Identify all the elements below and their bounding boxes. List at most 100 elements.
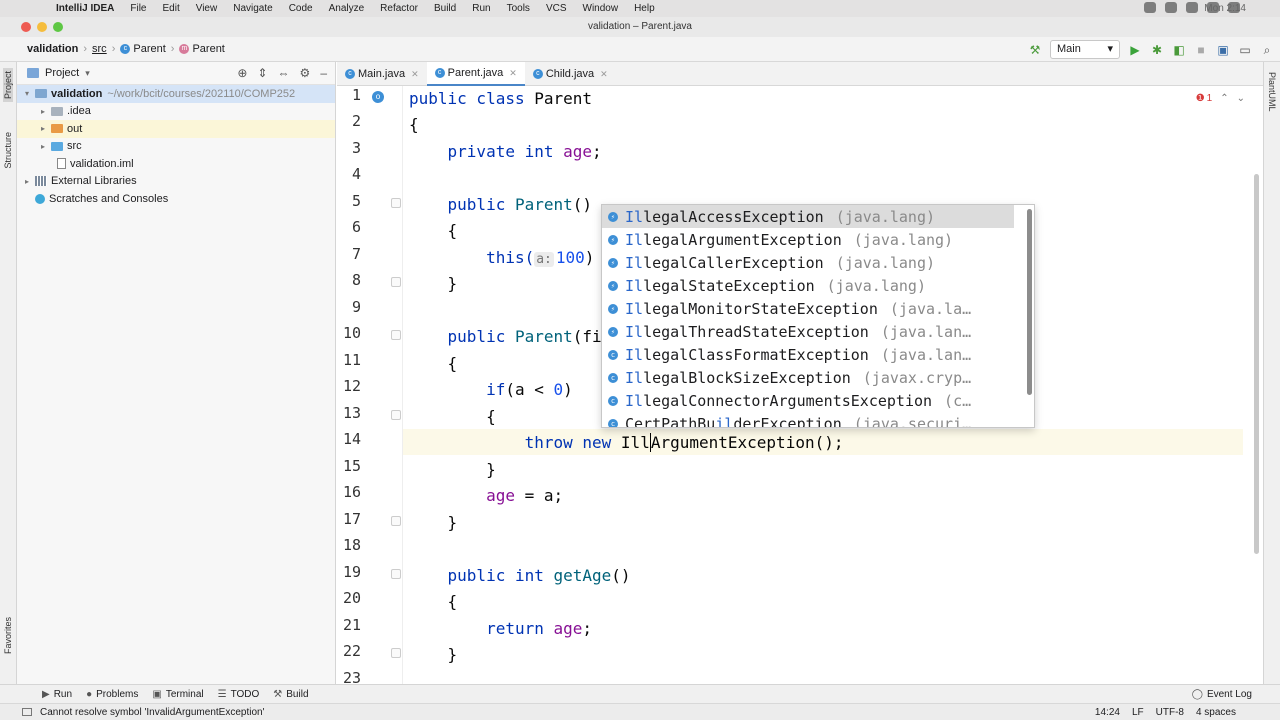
tab-parent-java[interactable]: c Parent.java ✕ [426, 62, 525, 86]
record-icon[interactable] [1144, 2, 1156, 13]
caret-position[interactable]: 14:24 [1095, 707, 1120, 718]
expand-all-icon[interactable]: ⇕ [257, 66, 267, 80]
fold-icon[interactable] [391, 198, 401, 208]
fold-icon[interactable] [391, 569, 401, 579]
completion-item[interactable]: c Il legalConnectorArgumentsException (c… [602, 389, 1014, 412]
project-tool-button[interactable]: Project [3, 68, 13, 103]
close-window-icon[interactable] [21, 22, 31, 32]
event-log-button[interactable]: ◯ Event Log [1192, 689, 1252, 700]
inspection-widget[interactable]: ❶ 1 ⌃ ⌄ [1196, 93, 1245, 104]
zoom-window-icon[interactable] [53, 22, 63, 32]
completion-item[interactable]: ⚡ Il legalStateException (java.lang) [602, 274, 1014, 297]
chevron-right-icon[interactable]: ▸ [37, 142, 49, 151]
fold-icon[interactable] [391, 277, 401, 287]
tree-item-out[interactable]: ▸ out [17, 120, 335, 138]
menu-view[interactable]: View [196, 3, 218, 14]
menu-app-name[interactable]: IntelliJ IDEA [56, 3, 114, 14]
battery-icon[interactable] [1186, 2, 1198, 13]
run-icon[interactable]: ▶ [1128, 43, 1142, 57]
menu-window[interactable]: Window [583, 3, 619, 14]
status-message[interactable]: Cannot resolve symbol 'InvalidArgumentEx… [40, 707, 265, 718]
overridden-method-gutter-icon[interactable]: o [372, 91, 384, 103]
tree-item-external-libraries[interactable]: ▸ External Libraries [17, 173, 335, 191]
menu-run[interactable]: Run [472, 3, 490, 14]
project-panel-title[interactable]: Project [45, 67, 79, 79]
breadcrumb-class[interactable]: Parent [133, 43, 165, 55]
completion-item[interactable]: ⚡ Il legalArgumentException (java.lang) [602, 228, 1014, 251]
menu-file[interactable]: File [130, 3, 146, 14]
fold-icon[interactable] [391, 648, 401, 658]
hammer-icon[interactable]: ⚒ [1028, 43, 1042, 57]
menu-help[interactable]: Help [634, 3, 655, 14]
stop-icon[interactable]: ■ [1194, 43, 1208, 57]
breadcrumb-member[interactable]: Parent [192, 43, 224, 55]
coverage-icon[interactable]: ◧ [1172, 43, 1186, 57]
breadcrumb-project[interactable]: validation [27, 43, 78, 55]
tree-item-src[interactable]: ▸ src [17, 138, 335, 156]
menu-build[interactable]: Build [434, 3, 456, 14]
hide-icon[interactable]: – [320, 66, 327, 80]
collapse-all-icon[interactable]: ⇔ [278, 66, 290, 80]
menu-navigate[interactable]: Navigate [233, 3, 272, 14]
completion-item[interactable]: c CertPathBu il derException (java.securi… [602, 412, 1014, 427]
chevron-down-icon[interactable]: ▾ [21, 89, 33, 98]
fold-icon[interactable] [391, 516, 401, 526]
class-icon: c [345, 69, 355, 79]
tree-item-validation[interactable]: ▾ validation ~/work/bcit/courses/202110/… [17, 85, 335, 103]
fold-icon[interactable] [391, 330, 401, 340]
clock[interactable]: Mon 2:14 [1204, 3, 1246, 14]
toggle-tool-windows-icon[interactable] [22, 708, 32, 716]
problems-tool-button[interactable]: ● Problems [86, 689, 138, 700]
completion-item[interactable]: c Il legalClassFormatException (java.lan… [602, 343, 1014, 366]
line-number-gutter[interactable]: 1 2 3 4 5 6 7 8 9 10 11 12 13 14 15 16 1… [337, 86, 403, 687]
close-icon[interactable]: ✕ [411, 69, 419, 80]
chevron-right-icon[interactable]: ▸ [37, 124, 49, 133]
menu-analyze[interactable]: Analyze [329, 3, 365, 14]
close-icon[interactable]: ✕ [600, 69, 608, 80]
completion-item[interactable]: c Il legalBlockSizeException (javax.cryp… [602, 366, 1014, 389]
line-separator[interactable]: LF [1132, 707, 1144, 718]
menu-tools[interactable]: Tools [507, 3, 530, 14]
menu-vcs[interactable]: VCS [546, 3, 567, 14]
menu-edit[interactable]: Edit [162, 3, 179, 14]
completion-item[interactable]: ⚡ Il legalMonitorStateException (java.la… [602, 297, 1014, 320]
run-tool-button[interactable]: ▶ Run [42, 689, 72, 700]
file-encoding[interactable]: UTF-8 [1156, 707, 1184, 718]
chevron-down-icon[interactable]: ⌄ [1237, 93, 1245, 104]
debug-icon[interactable]: ✱ [1150, 43, 1164, 57]
editor-scrollbar[interactable] [1254, 174, 1259, 554]
tab-child-java[interactable]: c Child.java ✕ [525, 62, 616, 86]
bluetooth-icon[interactable] [1165, 2, 1177, 13]
completion-item[interactable]: ⚡ Il legalCallerException (java.lang) [602, 251, 1014, 274]
favorites-tool-button[interactable]: Favorites [3, 617, 13, 654]
menu-refactor[interactable]: Refactor [380, 3, 418, 14]
completion-item[interactable]: ⚡ Il legalThreadStateException (java.lan… [602, 320, 1014, 343]
tree-item-iml[interactable]: validation.iml [17, 155, 335, 173]
chevron-down-icon[interactable]: ▾ [85, 68, 90, 79]
search-everywhere-icon[interactable]: ⌕ [1260, 43, 1274, 57]
menu-code[interactable]: Code [289, 3, 313, 14]
plantuml-tool-button[interactable]: PlantUML [1267, 72, 1277, 112]
close-icon[interactable]: ✕ [509, 68, 517, 79]
completion-item[interactable]: ⚡ Il legalAccessException (java.lang) [602, 205, 1014, 228]
chevron-right-icon[interactable]: ▸ [21, 177, 33, 186]
todo-tool-button[interactable]: ☰ TODO [218, 689, 260, 700]
tab-main-java[interactable]: c Main.java ✕ [337, 62, 427, 86]
breadcrumb-src[interactable]: src [92, 43, 107, 55]
tree-item-idea[interactable]: ▸ .idea [17, 103, 335, 121]
project-structure-icon[interactable]: ▣ [1216, 43, 1230, 57]
minimize-window-icon[interactable] [37, 22, 47, 32]
gear-icon[interactable]: ⚙ [300, 66, 311, 80]
chevron-up-icon[interactable]: ⌃ [1220, 93, 1228, 104]
build-tool-button[interactable]: ⚒ Build [273, 689, 308, 700]
indent-setting[interactable]: 4 spaces [1196, 707, 1236, 718]
terminal-tool-button[interactable]: ▣ Terminal [152, 689, 203, 700]
structure-tool-button[interactable]: Structure [3, 132, 13, 169]
tree-item-scratches[interactable]: Scratches and Consoles [17, 190, 335, 208]
popup-scrollbar[interactable] [1027, 209, 1032, 395]
chevron-right-icon[interactable]: ▸ [37, 107, 49, 116]
locate-icon[interactable]: ⊕ [237, 66, 247, 80]
run-config-select[interactable]: Main ▾ [1050, 40, 1120, 59]
fold-icon[interactable] [391, 410, 401, 420]
window-icon[interactable]: ▭ [1238, 43, 1252, 57]
